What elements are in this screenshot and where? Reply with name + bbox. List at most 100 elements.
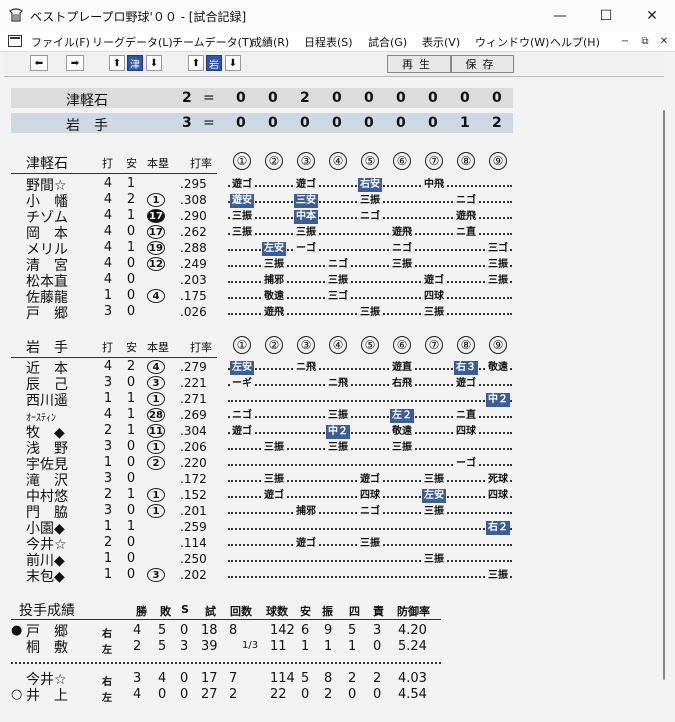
mdi-close-button[interactable]: ✕ [656,34,672,48]
player-ab: 4 [103,224,113,239]
score-inning-run: 0 [428,90,438,106]
pitcher-stat-g: 39 [201,639,218,654]
at-bat-result: ニ飛 [326,377,350,391]
pitcher-stat-er: 0 [373,687,382,702]
menu-records[interactable]: 成績(R) [251,34,289,50]
maximize-button[interactable]: ☐ [583,0,629,32]
player-name[interactable]: 西川遥 [26,390,68,410]
at-bat-result: ニゴ [326,258,350,272]
at-bat-result: 三振 [486,274,510,288]
player-name[interactable]: 戸 郷 [26,303,68,323]
play-button[interactable]: 再生 [387,55,451,73]
mdi-restore-button[interactable]: ⧉ [637,34,653,48]
player-avg: .271 [180,392,207,406]
player-ab: 4 [103,272,113,287]
player-hits: 1 [126,407,136,422]
pitcher-stat-k: 2 [324,687,333,702]
player-hr-badge: 1 [147,504,165,518]
player-avg: .203 [180,273,207,287]
player-hr-badge: 1 [147,440,165,454]
player-hits: 1 [126,208,136,223]
player-ab: 3 [103,439,113,454]
player-hits: 0 [126,471,136,486]
menu-team-data[interactable]: チームデータ(T) [172,34,253,50]
at-bat-result: 敬遠 [390,425,414,439]
minimize-button[interactable]: — [537,0,583,32]
score-inning-run: 0 [236,115,246,131]
header-underline [11,173,217,174]
pitcher-hand: 左 [102,645,112,656]
player-hits: 0 [126,535,136,550]
inning-header: ⑧ [457,152,475,170]
team-name-header: 津軽石 [26,156,68,172]
menu-league-data[interactable]: リーグデータ(L) [92,34,173,50]
pitching-header: 防御率 [397,605,430,618]
result-dotted-line [228,400,512,402]
player-hits: 1 [126,487,136,502]
team2-up-icon[interactable]: ⬆ [188,55,204,71]
menu-view[interactable]: 表示(V) [422,34,460,50]
at-bat-result: 捕邪 [262,274,286,288]
document-icon[interactable] [8,35,22,47]
at-bat-result: 遊ゴ [358,473,382,487]
menu-schedule[interactable]: 日程表(S) [304,34,353,50]
at-bat-result: 右飛 [390,377,414,391]
player-name[interactable]: 末包◆ [26,566,65,586]
toolbar [4,52,664,77]
menu-help[interactable]: ヘルプ(H) [550,34,600,50]
team2-button[interactable]: 岩 [206,55,222,71]
team1-button[interactable]: 津 [127,55,143,71]
player-avg: .262 [180,225,207,239]
menu-file[interactable]: ファイル(F) [31,34,90,50]
at-bat-result: 遊飛 [454,210,478,224]
player-hits: 1 [126,519,136,534]
at-bat-result: 死球 [486,473,510,487]
close-button[interactable]: ✕ [629,0,675,32]
next-arrow-icon[interactable]: ➡ [66,55,84,71]
menu-window[interactable]: ウィンドウ(W) [475,34,549,50]
player-hr-badge: 12 [147,257,165,271]
pitcher-name[interactable]: 桐 敷 [26,637,68,657]
team1-down-icon[interactable]: ⬇ [146,55,162,71]
inning-header: ⑦ [425,152,443,170]
pitcher-stat-g: 27 [201,687,218,702]
inning-header: ⑥ [393,152,411,170]
save-button[interactable]: 保存 [451,55,514,73]
player-avg: .206 [180,440,207,454]
player-hits: 0 [126,256,136,271]
inning-header: ⑦ [425,336,443,354]
player-avg: .175 [180,289,207,303]
score-inning-run: 0 [268,115,278,131]
mdi-minimize-button[interactable]: − [617,34,633,48]
prev-arrow-icon[interactable]: ⬅ [30,55,48,71]
pitcher-ip-fraction: 1/3 [242,640,259,651]
player-ab: 3 [103,375,113,390]
at-bat-result: ニゴ [454,194,478,208]
header-ab: 打 [102,157,113,170]
at-bat-result: 遊安 [230,194,254,208]
player-hr-badge: 1 [147,193,165,207]
pitcher-stat-h: 0 [301,687,310,702]
player-avg: .201 [180,504,207,518]
pitcher-stat-h: 5 [301,671,310,686]
team2-down-icon[interactable]: ⬇ [225,55,241,71]
team1-up-icon[interactable]: ⬆ [109,55,125,71]
pitcher-stat-g: 18 [201,623,218,638]
score-inning-run: 2 [492,115,502,131]
pitcher-name[interactable]: 井 上 [26,685,68,705]
pitching-header: 安 [300,605,311,618]
at-bat-result: 中２ [326,425,350,439]
decision-mark: ○ [11,687,23,702]
pitcher-stat-bb: 2 [348,671,357,686]
scrollbar-thumb[interactable] [663,110,665,680]
score-total: 2 [182,90,192,106]
inning-header: ① [233,152,251,170]
at-bat-result: 三振 [294,226,318,240]
player-hits: 1 [126,240,136,255]
inning-header: ⑨ [489,336,507,354]
at-bat-result: ニゴ [230,409,254,423]
menu-game[interactable]: 試合(G) [368,34,407,50]
player-hits: 1 [126,423,136,438]
player-ab: 3 [103,471,113,486]
player-hr-badge: 17 [147,225,165,239]
